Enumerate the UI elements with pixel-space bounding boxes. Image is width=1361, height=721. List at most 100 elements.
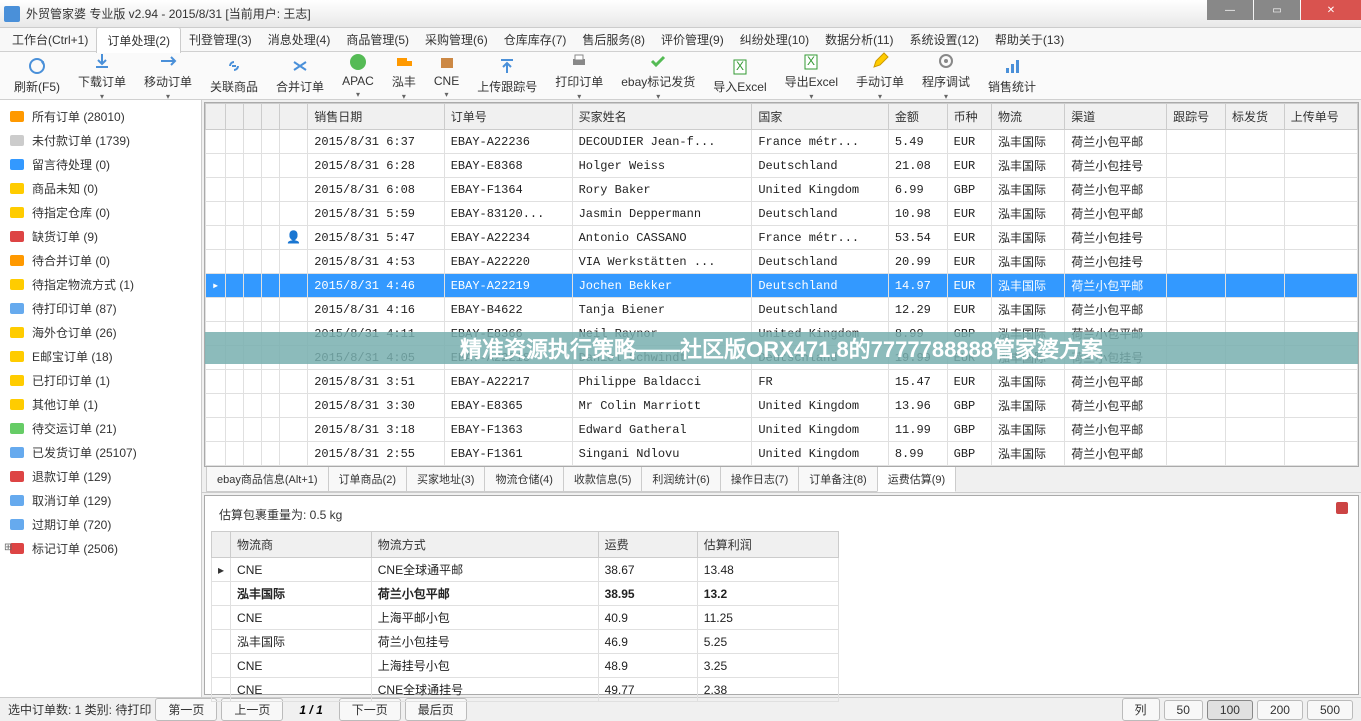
table-row[interactable]: 2015/8/31 3:30EBAY-E8365Mr Colin Marriot… xyxy=(206,394,1358,418)
sidebar-item-15[interactable]: 退款订单 (129) xyxy=(0,464,201,488)
sidebar-item-2[interactable]: 留言待处理 (0) xyxy=(0,152,201,176)
col-profit[interactable]: 估算利润 xyxy=(697,532,838,558)
table-row[interactable]: 2015/8/31 6:37EBAY-A22236DECOUDIER Jean-… xyxy=(206,130,1358,154)
menu-evaluate[interactable]: 评价管理(9) xyxy=(653,31,732,48)
col-header[interactable]: 币种 xyxy=(947,104,991,130)
pagesize-50[interactable]: 50 xyxy=(1164,700,1203,720)
menu-workbench[interactable]: 工作台(Ctrl+1) xyxy=(4,31,96,48)
upload-track-button[interactable]: 上传跟踪号 xyxy=(469,54,545,97)
col-header[interactable]: 物流 xyxy=(992,104,1065,130)
col-header[interactable]: 跟踪号 xyxy=(1167,104,1226,130)
table-row[interactable]: 2015/8/31 4:11EBAY-E8366Neil RaynorUnite… xyxy=(206,322,1358,346)
pagesize-500[interactable]: 500 xyxy=(1307,700,1353,720)
pagesize-200[interactable]: 200 xyxy=(1257,700,1303,720)
debug-button[interactable]: 程序调试▾ xyxy=(914,49,978,103)
table-row[interactable]: 2015/8/31 6:08EBAY-F1364Rory BakerUnited… xyxy=(206,178,1358,202)
refresh-button[interactable]: 刷新(F5) xyxy=(6,54,68,97)
menu-dispute[interactable]: 纠纷处理(10) xyxy=(732,31,817,48)
sidebar-item-14[interactable]: 已发货订单 (25107) xyxy=(0,440,201,464)
subtab-buyer-addr[interactable]: 买家地址(3) xyxy=(406,466,485,492)
subtab-freight[interactable]: 运费估算(9) xyxy=(877,466,956,492)
sidebar-item-16[interactable]: 取消订单 (129) xyxy=(0,488,201,512)
table-row[interactable]: 2015/8/31 4:53EBAY-A22220VIA Werkstätten… xyxy=(206,250,1358,274)
col-header[interactable]: 上传单号 xyxy=(1284,104,1357,130)
menu-help[interactable]: 帮助关于(13) xyxy=(987,31,1072,48)
col-header[interactable] xyxy=(244,104,262,130)
sidebar-item-10[interactable]: E邮宝订单 (18) xyxy=(0,344,201,368)
menu-listing[interactable]: 刊登管理(3) xyxy=(181,31,260,48)
sidebar-item-7[interactable]: 待指定物流方式 (1) xyxy=(0,272,201,296)
manual-button[interactable]: 手动订单▾ xyxy=(848,49,912,103)
freight-row[interactable]: ▸CNECNE全球通平邮38.6713.48 xyxy=(212,558,839,582)
menu-msg[interactable]: 消息处理(4) xyxy=(260,31,339,48)
col-fee[interactable]: 运费 xyxy=(598,532,697,558)
col-header[interactable] xyxy=(280,104,308,130)
hongfeng-button[interactable]: 泓丰▾ xyxy=(384,49,424,103)
import-button[interactable]: X导入Excel xyxy=(705,54,774,97)
download-button[interactable]: 下载订单▾ xyxy=(70,49,134,103)
freight-row[interactable]: CNECNE全球通挂号49.772.38 xyxy=(212,678,839,702)
relate-button[interactable]: 关联商品 xyxy=(202,54,266,97)
table-row[interactable]: 2015/8/31 4:05EBAY-A22218Daniel Schwindt… xyxy=(206,346,1358,370)
col-header[interactable]: 国家 xyxy=(752,104,889,130)
table-row[interactable]: 2015/8/31 3:51EBAY-A22217Philippe Baldac… xyxy=(206,370,1358,394)
sidebar-item-3[interactable]: 商品未知 (0) xyxy=(0,176,201,200)
col-header[interactable]: 金额 xyxy=(888,104,947,130)
table-row[interactable]: 2015/8/31 5:59EBAY-83120...Jasmin Depper… xyxy=(206,202,1358,226)
menu-settings[interactable]: 系统设置(12) xyxy=(902,31,987,48)
menu-warehouse[interactable]: 仓库库存(7) xyxy=(496,31,575,48)
ship-mark-button[interactable]: ebay标记发货▾ xyxy=(613,49,703,103)
sidebar-item-6[interactable]: 待合并订单 (0) xyxy=(0,248,201,272)
close-button[interactable]: ✕ xyxy=(1301,0,1361,20)
sidebar-item-5[interactable]: 缺货订单 (9) xyxy=(0,224,201,248)
subtab-wh-ship[interactable]: 物流仓储(4) xyxy=(484,466,563,492)
sidebar-item-8[interactable]: 待打印订单 (87) xyxy=(0,296,201,320)
sidebar-item-13[interactable]: 待交运订单 (21) xyxy=(0,416,201,440)
sidebar-item-1[interactable]: 未付款订单 (1739) xyxy=(0,128,201,152)
subtab-ebay-info[interactable]: ebay商品信息(Alt+1) xyxy=(206,466,329,492)
minimize-button[interactable]: — xyxy=(1207,0,1253,20)
col-header[interactable]: 标发货 xyxy=(1225,104,1284,130)
sidebar-item-9[interactable]: 海外仓订单 (26) xyxy=(0,320,201,344)
first-page-button[interactable]: 第一页 xyxy=(155,698,217,721)
cne-button[interactable]: CNE▾ xyxy=(426,50,467,101)
freight-row[interactable]: 泓丰国际荷兰小包挂号46.95.25 xyxy=(212,630,839,654)
menu-analytics[interactable]: 数据分析(11) xyxy=(817,31,901,48)
maximize-button[interactable]: ▭ xyxy=(1254,0,1300,20)
col-header[interactable]: 销售日期 xyxy=(308,104,445,130)
table-row[interactable]: 👤2015/8/31 5:47EBAY-A22234Antonio CASSAN… xyxy=(206,226,1358,250)
stats-button[interactable]: 销售统计 xyxy=(980,54,1044,97)
subtab-remark[interactable]: 订单备注(8) xyxy=(798,466,877,492)
table-row[interactable]: 2015/8/31 2:55EBAY-F1361Singani NdlovuUn… xyxy=(206,442,1358,466)
sidebar-item-4[interactable]: 待指定仓库 (0) xyxy=(0,200,201,224)
subtab-oplog[interactable]: 操作日志(7) xyxy=(720,466,799,492)
col-header[interactable] xyxy=(262,104,280,130)
sidebar-item-17[interactable]: 过期订单 (720) xyxy=(0,512,201,536)
col-provider[interactable]: 物流商 xyxy=(231,532,372,558)
freight-row[interactable]: 泓丰国际荷兰小包平邮38.9513.2 xyxy=(212,582,839,606)
subtab-payment[interactable]: 收款信息(5) xyxy=(563,466,642,492)
menu-aftersale[interactable]: 售后服务(8) xyxy=(574,31,653,48)
order-grid[interactable]: 销售日期订单号买家姓名国家金额币种物流渠道跟踪号标发货上传单号 2015/8/3… xyxy=(204,102,1359,467)
col-button[interactable]: 列 xyxy=(1122,698,1160,721)
book-icon[interactable] xyxy=(1334,500,1350,516)
menu-purchase[interactable]: 采购管理(6) xyxy=(417,31,496,48)
sidebar-item-11[interactable]: 已打印订单 (1) xyxy=(0,368,201,392)
export-button[interactable]: X导出Excel▾ xyxy=(777,49,846,103)
table-row[interactable]: 2015/8/31 3:18EBAY-F1363Edward GatheralU… xyxy=(206,418,1358,442)
sidebar-item-0[interactable]: 所有订单 (28010) xyxy=(0,104,201,128)
col-method[interactable]: 物流方式 xyxy=(371,532,598,558)
table-row[interactable]: 2015/8/31 6:28EBAY-E8368Holger WeissDeut… xyxy=(206,154,1358,178)
apac-button[interactable]: APAC▾ xyxy=(334,50,382,101)
menu-goods[interactable]: 商品管理(5) xyxy=(338,31,417,48)
print-button[interactable]: 打印订单▾ xyxy=(547,49,611,103)
freight-row[interactable]: CNE上海挂号小包48.93.25 xyxy=(212,654,839,678)
merge-button[interactable]: 合并订单 xyxy=(268,54,332,97)
freight-table[interactable]: 物流商物流方式运费估算利润 ▸CNECNE全球通平邮38.6713.48泓丰国际… xyxy=(211,531,839,702)
pagesize-100[interactable]: 100 xyxy=(1207,700,1253,720)
sidebar-item-12[interactable]: 其他订单 (1) xyxy=(0,392,201,416)
col-header[interactable] xyxy=(226,104,244,130)
subtab-order-goods[interactable]: 订单商品(2) xyxy=(328,466,407,492)
col-header[interactable]: 订单号 xyxy=(444,104,572,130)
subtab-profit[interactable]: 利润统计(6) xyxy=(641,466,720,492)
